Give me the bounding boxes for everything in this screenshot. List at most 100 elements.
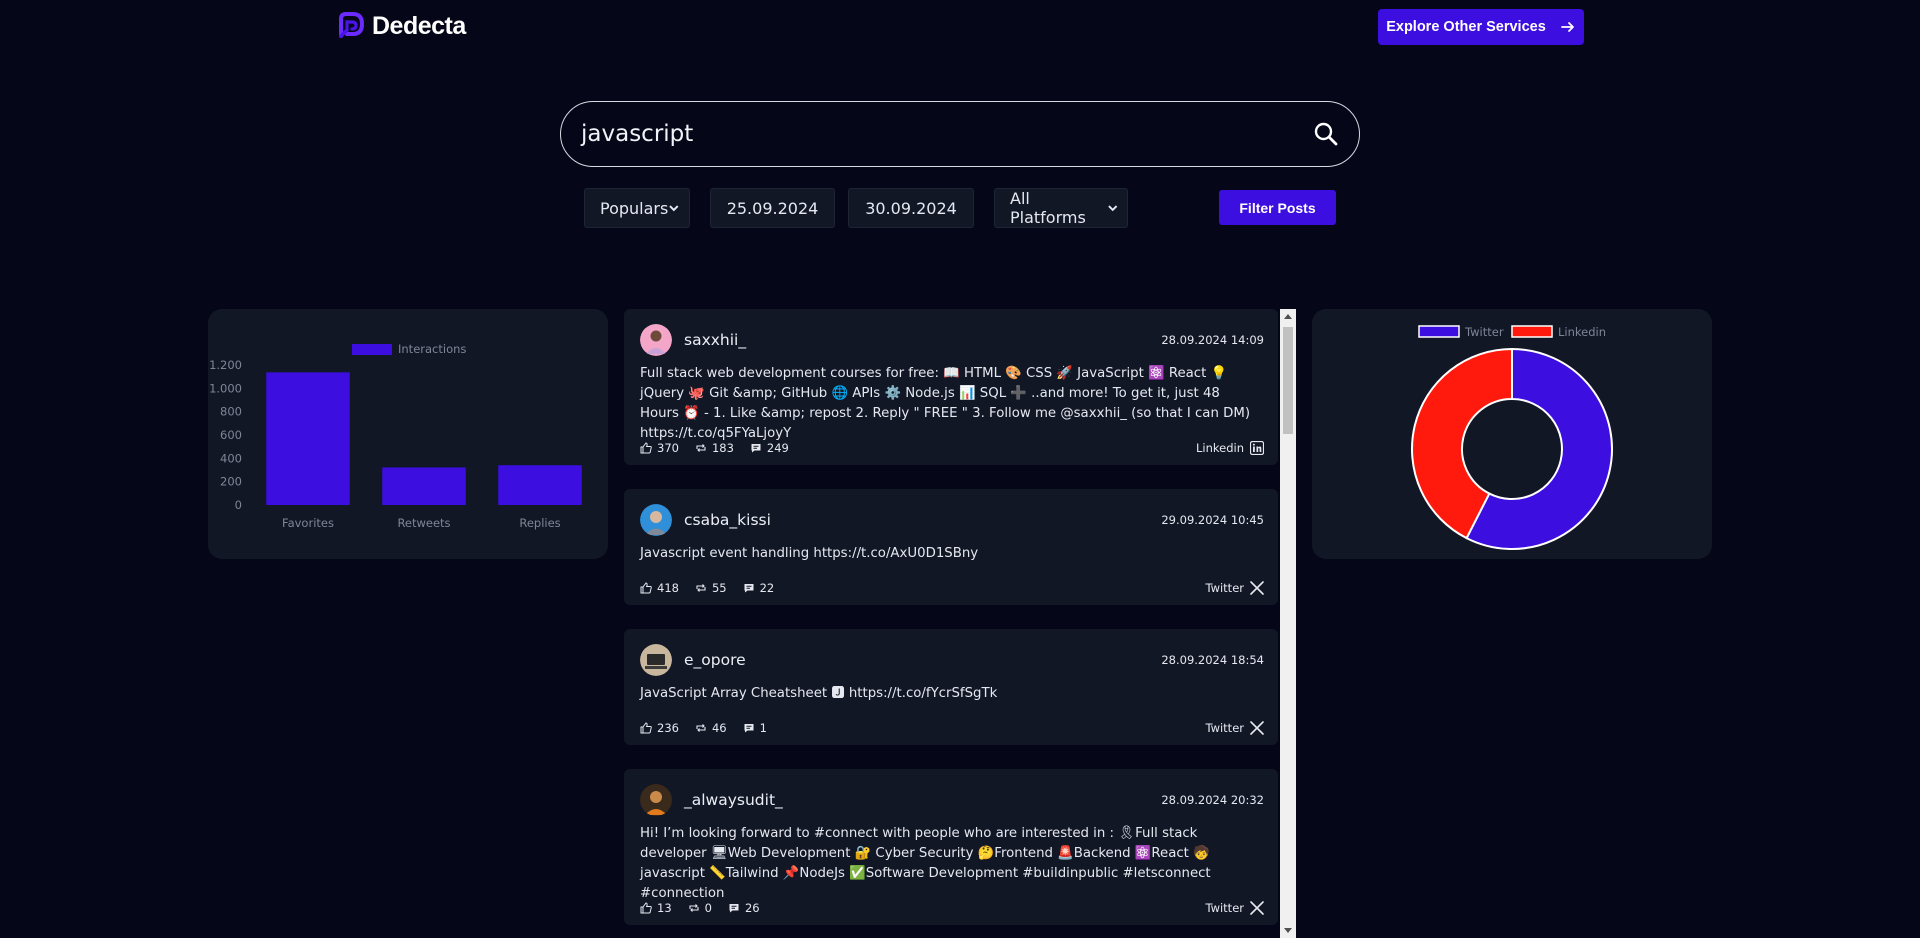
reposts-stat: 46: [695, 721, 727, 735]
chevron-down-icon: [1107, 205, 1117, 212]
thumbs-up-icon: [640, 902, 652, 914]
y-tick-label: 600: [220, 428, 242, 442]
reposts-count: 183: [711, 441, 734, 455]
brand-name: Dedecta: [372, 11, 466, 40]
explore-services-button[interactable]: Explore Other Services: [1378, 9, 1584, 45]
scrollbar-thumb[interactable]: [1283, 327, 1293, 434]
platform-donut-chart: Twitter Linkedin: [1312, 309, 1712, 559]
post-header: saxxhii_ 28.09.2024 14:09: [640, 324, 1264, 356]
platform-name: Twitter: [1205, 901, 1244, 915]
reposts-stat: 183: [695, 441, 734, 455]
y-tick-label: 1.000: [209, 381, 242, 395]
search-bar[interactable]: javascript: [560, 101, 1360, 167]
post-feed[interactable]: saxxhii_ 28.09.2024 14:09 Full stack web…: [624, 309, 1296, 938]
filter-posts-button[interactable]: Filter Posts: [1219, 190, 1336, 225]
search-input[interactable]: javascript: [581, 121, 1313, 147]
post-card[interactable]: e_opore 28.09.2024 18:54 JavaScript Arra…: [624, 629, 1278, 745]
likes-count: 13: [657, 901, 672, 915]
thumbs-up-icon: [640, 442, 652, 454]
post-platform[interactable]: Twitter: [1205, 721, 1264, 735]
likes-count: 418: [657, 581, 679, 595]
platform-select-value: All Platforms: [1010, 189, 1086, 227]
post-header: csaba_kissi 29.09.2024 10:45: [640, 504, 1264, 536]
comment-icon: [744, 724, 754, 733]
post-platform[interactable]: Twitter: [1205, 901, 1264, 915]
legend-swatch-interactions: [352, 344, 392, 355]
post-card[interactable]: saxxhii_ 28.09.2024 14:09 Full stack web…: [624, 309, 1278, 465]
post-footer: 370 183 249 Linkedin: [640, 440, 1264, 456]
likes-count: 370: [657, 441, 679, 455]
comments-count: 249: [766, 441, 789, 455]
y-tick-label: 200: [220, 475, 242, 489]
likes-stat: 370: [640, 441, 679, 455]
post-username[interactable]: saxxhii_: [684, 331, 1161, 349]
end-date-input[interactable]: 30.09.2024: [848, 188, 974, 228]
post-date: 28.09.2024 18:54: [1161, 653, 1264, 667]
likes-stat: 13: [640, 901, 672, 915]
comments-stat: 249: [750, 441, 789, 455]
avatar-workspace-icon[interactable]: [640, 644, 672, 676]
bar-retweets: [382, 467, 466, 505]
post-card[interactable]: csaba_kissi 29.09.2024 10:45 Javascript …: [624, 489, 1278, 605]
scroll-down-arrow-icon[interactable]: [1284, 928, 1292, 933]
legend-swatch-linkedin: [1511, 325, 1553, 338]
post-date: 28.09.2024 14:09: [1161, 333, 1264, 347]
comments-count: 26: [744, 901, 760, 915]
explore-services-label: Explore Other Services: [1386, 19, 1546, 35]
platform-select[interactable]: All Platforms: [994, 188, 1128, 228]
dedecta-logo-icon: [339, 12, 365, 38]
sort-select-value: Populars: [600, 198, 669, 218]
x-logo-icon: [1250, 581, 1264, 595]
bar-chart-svg: Interactions 0 200 400 600 800 1.000 1.200 Favor…: [209, 342, 582, 530]
reposts-count: 55: [711, 581, 727, 595]
brand-logo[interactable]: Dedecta: [336, 10, 466, 42]
post-username[interactable]: csaba_kissi: [684, 511, 1161, 529]
thumbs-up-icon: [640, 722, 652, 734]
avatar-woman-icon[interactable]: [640, 324, 672, 356]
arrow-right-icon: [1560, 22, 1574, 32]
post-username[interactable]: e_opore: [684, 651, 1161, 669]
post-header: e_opore 28.09.2024 18:54: [640, 644, 1264, 676]
feed-scrollbar[interactable]: [1280, 309, 1296, 938]
scroll-up-arrow-icon[interactable]: [1284, 314, 1292, 319]
search-icon[interactable]: [1313, 121, 1339, 147]
x-tick-label: Replies: [519, 516, 560, 530]
legend-swatch-twitter: [1418, 325, 1460, 338]
platform-name: Twitter: [1205, 721, 1244, 735]
post-date: 28.09.2024 20:32: [1161, 793, 1264, 807]
post-footer: 13 0 26 Twitter: [640, 900, 1264, 916]
avatar-man-icon[interactable]: [640, 504, 672, 536]
post-platform[interactable]: Linkedin: [1196, 441, 1264, 455]
repost-icon: [696, 724, 706, 732]
comment-icon: [744, 584, 754, 593]
x-tick-label: Retweets: [397, 516, 450, 530]
post-text: JavaScript Array Cheatsheet 🅹 https://t.…: [640, 686, 998, 701]
thumbs-up-icon: [640, 582, 652, 594]
platform-name: Linkedin: [1196, 441, 1244, 455]
likes-stat: 236: [640, 721, 679, 735]
platform-name: Twitter: [1205, 581, 1244, 595]
reposts-stat: 0: [688, 901, 712, 915]
likes-stat: 418: [640, 581, 679, 595]
start-date-input[interactable]: 25.09.2024: [710, 188, 835, 228]
reposts-count: 46: [711, 721, 727, 735]
chevron-down-icon: [669, 205, 679, 212]
legend-label-linkedin: Linkedin: [1558, 325, 1606, 339]
reposts-count: 0: [704, 901, 712, 915]
post-card[interactable]: _alwaysudit_ 28.09.2024 20:32 Hi! I’m lo…: [624, 769, 1278, 925]
end-date-value: 30.09.2024: [865, 198, 957, 218]
post-text: Javascript event handling https://t.co/A…: [640, 546, 979, 561]
post-platform[interactable]: Twitter: [1205, 581, 1264, 595]
post-text: Full stack web development courses for f…: [640, 366, 1251, 441]
sort-select[interactable]: Populars: [584, 188, 690, 228]
post-header: _alwaysudit_ 28.09.2024 20:32: [640, 784, 1264, 816]
bar-replies: [498, 465, 582, 505]
repost-icon: [696, 444, 706, 452]
donut-chart-svg: Twitter Linkedin: [1411, 325, 1613, 550]
bar-favorites: [266, 372, 350, 505]
post-date: 29.09.2024 10:45: [1161, 513, 1264, 527]
start-date-value: 25.09.2024: [726, 198, 819, 218]
post-username[interactable]: _alwaysudit_: [684, 791, 1161, 809]
avatar-portrait-icon[interactable]: [640, 784, 672, 816]
repost-icon: [689, 904, 699, 912]
